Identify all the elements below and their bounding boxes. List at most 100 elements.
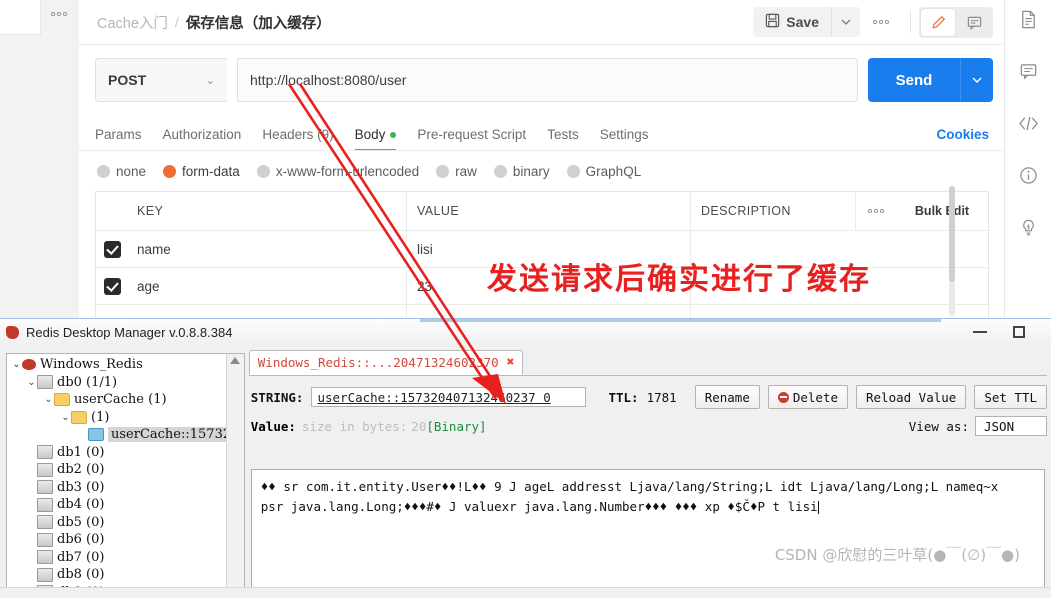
tree-node-db6[interactable]: db6 (0)	[9, 531, 244, 549]
tab-body[interactable]: Body	[354, 127, 397, 151]
binary-badge: [Binary]	[426, 418, 487, 434]
reload-value-button[interactable]: Reload Value	[856, 385, 967, 409]
save-dropdown-button[interactable]	[831, 7, 860, 37]
table-scrollbar-thumb[interactable]	[949, 186, 955, 282]
comment-icon[interactable]	[957, 9, 991, 36]
twisty-icon[interactable]: ⌄	[11, 359, 22, 370]
row-checkbox[interactable]	[96, 277, 129, 295]
redis-key-tab[interactable]: Windows_Redis::...20471324602370 ✖	[248, 350, 524, 375]
document-icon[interactable]	[1015, 6, 1041, 32]
tree-node-db8[interactable]: db8 (0)	[9, 566, 244, 584]
key-name-input[interactable]: userCache::157320407132460237 0	[311, 387, 587, 407]
body-type-urlencoded[interactable]: x-www-form-urlencoded	[256, 164, 419, 179]
tree-node-db0[interactable]: ⌄ db0 (1/1)	[9, 374, 244, 392]
maximize-icon[interactable]	[1013, 326, 1025, 338]
tree-node-db3[interactable]: db3 (0)	[9, 479, 244, 497]
watermark: CSDN @欣慰的三叶草(●￣(∅)￣●)	[774, 546, 1020, 564]
key-type-label: STRING:	[250, 389, 304, 405]
twisty-icon[interactable]: ⌄	[60, 412, 71, 423]
value-label: Value:	[250, 418, 296, 434]
rename-button[interactable]: Rename	[694, 385, 760, 409]
table-options-icon[interactable]	[855, 192, 896, 230]
save-button[interactable]: Save	[753, 7, 831, 37]
redis-value-pane: Windows_Redis::...20471324602370 ✖ STRIN…	[248, 350, 1047, 588]
lightbulb-icon[interactable]	[1015, 214, 1041, 240]
set-ttl-button[interactable]: Set TTL	[974, 385, 1047, 409]
body-type-binary[interactable]: binary	[493, 164, 550, 179]
row-checkbox[interactable]	[96, 240, 129, 258]
tab-tests[interactable]: Tests	[547, 127, 579, 151]
tree-node-db4[interactable]: db4 (0)	[9, 496, 244, 514]
body-type-form-data[interactable]: form-data	[163, 164, 240, 179]
row-description[interactable]	[690, 231, 988, 267]
edit-pencil-icon[interactable]	[921, 8, 955, 36]
row-value[interactable]: lisi	[406, 231, 690, 267]
tree-node-db2[interactable]: db2 (0)	[9, 461, 244, 479]
breadcrumb-separator: /	[174, 14, 179, 30]
tab-params[interactable]: Params	[95, 127, 142, 151]
tree-node-selected-key[interactable]: userCache::15732040713⋯	[9, 426, 244, 444]
tab-headers[interactable]: Headers (9)	[262, 127, 333, 151]
checkbox-checked-icon	[104, 277, 121, 295]
close-icon[interactable]: ✖	[507, 355, 515, 370]
redis-value-meta-row: Value: size in bytes: 20 [Binary] View a…	[249, 409, 1047, 440]
tree-node-db7[interactable]: db7 (0)	[9, 549, 244, 567]
row-key[interactable]: age	[129, 279, 406, 294]
info-icon[interactable]	[1015, 162, 1041, 188]
table-row[interactable]: age 23	[96, 268, 988, 305]
view-as-select[interactable]: JSON	[975, 416, 1047, 436]
db-icon	[37, 445, 53, 460]
header-divider	[910, 11, 911, 33]
left-more-icon[interactable]	[46, 6, 72, 22]
redis-key-tab-label: Windows_Redis::...20471324602370	[257, 355, 499, 370]
postman-left-strip	[0, 0, 80, 330]
window-bottom-edge	[0, 587, 1051, 598]
folder-icon	[71, 410, 87, 424]
tab-pre-request-script[interactable]: Pre-request Script	[417, 127, 526, 151]
redis-key-tree[interactable]: ⌄ Windows_Redis ⌄ db0 (1/1) ⌄ userCache …	[6, 353, 245, 588]
tree-nodes: ⌄ Windows_Redis ⌄ db0 (1/1) ⌄ userCache …	[7, 354, 244, 587]
minimize-icon[interactable]	[973, 331, 987, 333]
redis-title-bar: Redis Desktop Manager v.0.8.8.384	[0, 319, 1051, 346]
breadcrumb-parent[interactable]: Cache入门	[97, 12, 168, 33]
row-key[interactable]: name	[129, 242, 406, 257]
tree-node-windows-redis[interactable]: ⌄ Windows_Redis	[9, 356, 244, 374]
table-row[interactable]: name lisi	[96, 231, 988, 268]
http-method-select[interactable]: POST ⌄	[95, 58, 227, 102]
send-button[interactable]: Send	[868, 58, 960, 102]
twisty-icon[interactable]: ⌄	[43, 394, 54, 405]
key-icon	[88, 428, 104, 442]
bulk-edit-button[interactable]: Bulk Edit	[896, 192, 988, 230]
tree-node-usercache[interactable]: ⌄ userCache (1)	[9, 391, 244, 409]
tree-node-db1[interactable]: db1 (0)	[9, 444, 244, 462]
db-icon	[37, 462, 53, 477]
ttl-value: 1781	[646, 389, 677, 405]
redis-value-textarea[interactable]: ♦♦ sr com.it.entity.User♦♦!L♦♦ 9 J ageL …	[250, 469, 1045, 588]
request-url-input[interactable]: http://localhost:8080/user	[237, 58, 858, 102]
body-type-raw[interactable]: raw	[436, 164, 477, 179]
tree-node-usercache-child[interactable]: ⌄ (1)	[9, 409, 244, 427]
row-value[interactable]: 23	[406, 268, 690, 304]
row-description[interactable]	[690, 268, 988, 304]
cookies-link[interactable]: Cookies	[936, 127, 989, 151]
tree-label: (1)	[91, 409, 110, 425]
header-value: VALUE	[406, 192, 690, 230]
delete-button[interactable]: Delete	[767, 385, 848, 409]
comment-icon[interactable]	[1015, 58, 1041, 84]
table-scrollbar[interactable]	[949, 186, 955, 316]
tree-node-db5[interactable]: db5 (0)	[9, 514, 244, 532]
redis-body: ⌄ Windows_Redis ⌄ db0 (1/1) ⌄ userCache …	[0, 345, 1051, 598]
body-type-none[interactable]: none	[97, 164, 146, 179]
header-more-icon[interactable]	[864, 7, 898, 37]
scroll-up-arrow-icon[interactable]	[229, 357, 240, 364]
body-type-raw-label: raw	[455, 164, 477, 179]
tab-settings[interactable]: Settings	[600, 127, 649, 151]
code-icon[interactable]	[1015, 110, 1041, 136]
tree-scrollbar[interactable]	[225, 354, 244, 587]
tab-authorization[interactable]: Authorization	[163, 127, 242, 151]
twisty-icon[interactable]: ⌄	[26, 377, 37, 388]
body-type-graphql[interactable]: GraphQL	[566, 164, 641, 179]
db-icon	[37, 375, 53, 390]
tree-label: db5 (0)	[57, 514, 105, 530]
send-dropdown-button[interactable]	[960, 58, 993, 102]
